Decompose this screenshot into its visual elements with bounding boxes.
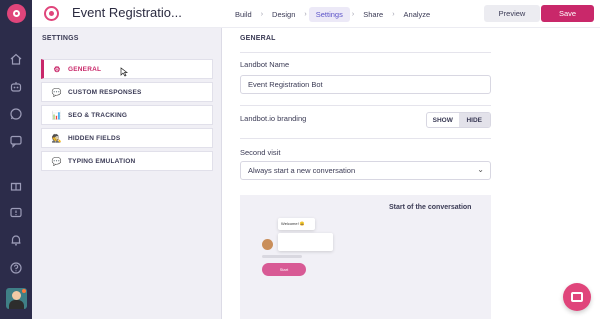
gift-icon[interactable]	[9, 178, 23, 192]
gear-icon: ⚙	[53, 64, 61, 74]
page-title: GENERAL	[240, 35, 276, 42]
sidebar-item-label: SEO & TRACKING	[68, 111, 128, 119]
branding-hide-option[interactable]: HIDE	[458, 113, 490, 127]
settings-heading: SETTINGS	[42, 35, 79, 42]
tab-design[interactable]: Design	[265, 7, 302, 22]
mouse-cursor-icon	[120, 67, 128, 77]
tab-analyze[interactable]: Analyze	[397, 7, 438, 22]
builder-steps-nav: Build › Design › Settings › Share › Anal…	[228, 7, 437, 22]
sidebar-item-typing-emulation[interactable]: 💬 TYPING EMULATION	[41, 151, 213, 171]
sidebar-item-label: CUSTOM RESPONSES	[68, 88, 142, 96]
chevron-right-icon: ›	[304, 11, 307, 18]
main-content: GENERAL Landbot Name Event Registration …	[223, 28, 600, 319]
branding-label: Landbot.io branding	[240, 114, 307, 123]
whatsapp-icon[interactable]	[9, 107, 23, 121]
messenger-icon[interactable]	[9, 134, 23, 148]
bot-avatar-icon	[44, 6, 59, 21]
sidebar-item-seo-tracking[interactable]: 📊 SEO & TRACKING	[41, 105, 213, 125]
top-bar: Event Registratio... Build › Design › Se…	[32, 0, 600, 28]
tab-build[interactable]: Build	[228, 7, 259, 22]
bot-face-icon	[262, 239, 273, 250]
detective-icon: 🕵	[51, 133, 63, 143]
bell-icon[interactable]	[9, 233, 23, 247]
sidebar-item-label: HIDDEN FIELDS	[68, 134, 121, 142]
second-visit-label: Second visit	[240, 148, 281, 157]
tab-share[interactable]: Share	[356, 7, 390, 22]
preview-button[interactable]: Preview	[484, 5, 540, 22]
speech-bubble-icon: 💬	[51, 156, 63, 166]
home-icon[interactable]	[9, 52, 23, 66]
chevron-down-icon: ⌄	[477, 165, 484, 174]
message-bubble	[278, 233, 333, 251]
divider	[240, 105, 491, 106]
sidebar-item-label: GENERAL	[68, 65, 102, 73]
chart-icon: 📊	[51, 110, 63, 120]
sidebar-item-custom-responses[interactable]: 💬 CUSTOM RESPONSES	[41, 82, 213, 102]
branding-show-option[interactable]: SHOW	[427, 113, 459, 127]
save-button[interactable]: Save	[541, 5, 594, 22]
landbot-name-label: Landbot Name	[240, 60, 290, 69]
second-visit-select[interactable]: Always start a new conversation ⌄	[240, 161, 491, 180]
help-icon[interactable]	[9, 261, 23, 275]
left-nav-rail	[0, 0, 32, 319]
landbot-name-input[interactable]: Event Registration Bot	[240, 75, 491, 94]
welcome-bubble: Welcome! 😀	[278, 218, 315, 230]
feedback-icon[interactable]	[9, 206, 23, 220]
speech-bubble-icon: 💬	[51, 87, 63, 97]
sidebar-item-label: TYPING EMULATION	[68, 157, 136, 165]
bot-title[interactable]: Event Registratio...	[72, 5, 182, 20]
second-visit-value: Always start a new conversation	[248, 166, 356, 175]
branding-toggle: SHOW HIDE	[426, 112, 491, 128]
bot-icon[interactable]	[9, 80, 23, 94]
sidebar-item-hidden-fields[interactable]: 🕵 HIDDEN FIELDS	[41, 128, 213, 148]
tab-settings[interactable]: Settings	[308, 7, 350, 22]
preview-title: Start of the conversation	[389, 204, 472, 211]
chevron-right-icon: ›	[392, 11, 395, 18]
conversation-preview: Start of the conversation Welcome! 😀 Sta…	[240, 195, 491, 319]
chat-icon	[571, 292, 583, 302]
divider	[240, 52, 491, 53]
user-avatar[interactable]	[6, 288, 27, 309]
preview-text-line	[262, 255, 302, 258]
chat-support-button[interactable]	[563, 283, 591, 311]
preview-start-button: Start	[262, 263, 306, 276]
landbot-logo-icon[interactable]	[7, 4, 26, 23]
divider	[240, 138, 491, 139]
